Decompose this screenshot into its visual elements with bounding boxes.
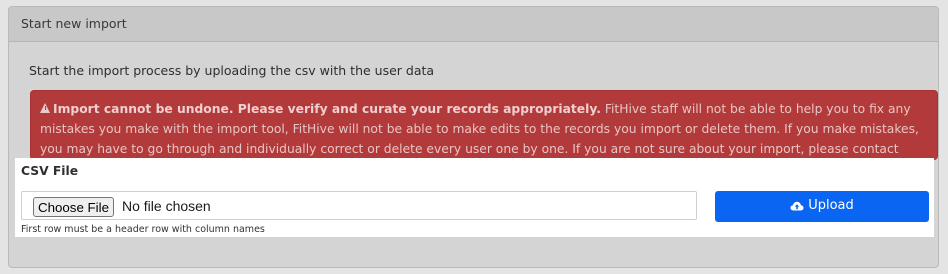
intro-text: Start the import process by uploading th… (29, 63, 435, 78)
cloud-upload-icon (790, 201, 804, 211)
card-header: Start new import (9, 7, 938, 42)
csv-upload-panel: CSV File Choose File No file chosen Uplo… (15, 158, 934, 237)
csv-file-label: CSV File (21, 164, 79, 178)
csv-help-text: First row must be a header row with colu… (21, 224, 265, 235)
choose-file-button[interactable]: Choose File (33, 197, 114, 217)
upload-button[interactable]: Upload (715, 191, 929, 222)
csv-file-input[interactable]: Choose File No file chosen (21, 191, 697, 220)
file-status-text: No file chosen (122, 198, 211, 214)
card-title: Start new import (21, 16, 127, 31)
alert-heading: Import cannot be undone. Please verify a… (53, 102, 601, 116)
upload-button-label: Upload (808, 198, 854, 214)
warning-icon (40, 103, 50, 113)
warning-alert: Import cannot be undone. Please verify a… (30, 90, 938, 176)
